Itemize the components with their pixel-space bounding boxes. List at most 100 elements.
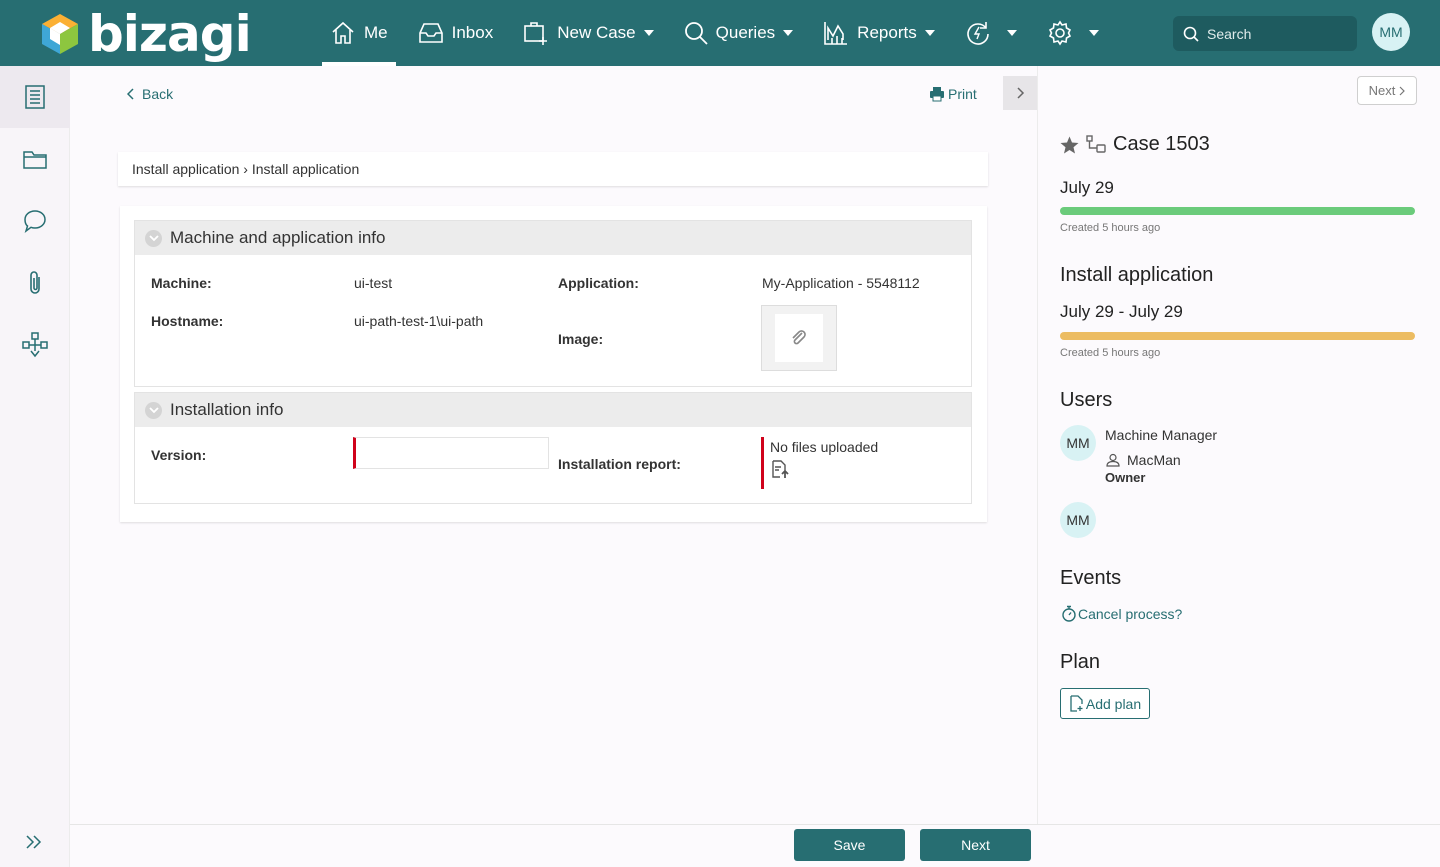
comment-icon — [24, 210, 46, 233]
users-heading: Users — [1060, 389, 1113, 411]
bizagi-cube-icon — [42, 14, 78, 54]
events-heading: Events — [1060, 567, 1122, 589]
sidebar-item-attachments[interactable] — [0, 252, 70, 314]
case-progress-bar — [1060, 207, 1415, 215]
logo-text: bizagi — [88, 5, 252, 63]
left-sidebar — [0, 66, 70, 867]
installation-report-label: Installation report: — [558, 456, 681, 472]
avatar[interactable]: MM — [1060, 502, 1096, 538]
version-label: Version: — [151, 447, 207, 463]
nav-new-case[interactable]: New Case — [515, 0, 661, 66]
section-installation-info-header[interactable]: Installation info — [135, 393, 971, 427]
chevron-right-icon — [1399, 86, 1406, 95]
task-title: Install application — [1060, 264, 1214, 286]
section-machine-info-header[interactable]: Machine and application info — [135, 221, 971, 255]
nav-me-label: Me — [364, 23, 388, 42]
nav-settings[interactable] — [1039, 0, 1107, 66]
next-case-button[interactable]: Next — [1357, 76, 1417, 105]
stopwatch-icon — [1062, 605, 1076, 622]
case-title: Case 1503 — [1113, 133, 1210, 155]
cancel-process-label: Cancel process? — [1078, 605, 1183, 622]
plan-heading: Plan — [1060, 651, 1101, 673]
nav-new-case-label: New Case — [557, 23, 636, 42]
chevron-down-icon — [783, 30, 794, 36]
next-label: Next — [1368, 83, 1396, 98]
user-icon — [1106, 453, 1120, 467]
task-created: Created 5 hours ago — [1060, 347, 1161, 359]
application-label: Application: — [558, 275, 639, 291]
search-icon — [1183, 26, 1199, 42]
nav-queries[interactable]: Queries — [676, 0, 802, 66]
hostname-value: ui-path-test-1\ui-path — [354, 313, 484, 329]
nav-inbox[interactable]: Inbox — [410, 0, 502, 66]
main-nav: Me Inbox New Case Queries Reports — [322, 0, 1121, 66]
breadcrumb: Install application › Install applicatio… — [118, 152, 988, 186]
sidebar-expand-icon[interactable] — [24, 834, 44, 855]
cancel-process-link[interactable]: Cancel process? — [1061, 605, 1182, 622]
back-label: Back — [142, 86, 174, 102]
sidebar-item-comments[interactable] — [0, 190, 70, 252]
home-icon — [332, 21, 354, 44]
image-upload[interactable] — [761, 305, 837, 371]
new-case-icon — [524, 22, 548, 45]
form-card: Machine and application info Machine: ui… — [120, 206, 987, 522]
avatar[interactable]: MM — [1060, 425, 1096, 461]
case-created: Created 5 hours ago — [1060, 222, 1161, 234]
back-button[interactable]: Back — [126, 86, 173, 102]
section-title: Machine and application info — [170, 228, 386, 247]
application-value: My-Application - 5548112 — [762, 275, 920, 291]
no-files-text: No files uploaded — [770, 439, 879, 455]
section-machine-info: Machine and application info Machine: ui… — [134, 220, 972, 387]
sidebar-item-folder[interactable] — [0, 128, 70, 190]
user-avatar[interactable]: MM — [1372, 13, 1410, 51]
chevron-down-icon — [145, 401, 162, 419]
inbox-icon — [418, 23, 443, 43]
hostname-label: Hostname: — [151, 313, 224, 329]
collapse-panel-button[interactable] — [1003, 76, 1037, 110]
top-navbar: bizagi Me Inbox New Case Queries Reports — [0, 0, 1440, 66]
machine-value: ui-test — [354, 275, 393, 291]
print-button[interactable]: Print — [929, 86, 977, 102]
task-progress-bar — [1060, 332, 1415, 340]
chevron-down-icon — [145, 229, 162, 247]
nav-activity[interactable] — [957, 0, 1025, 66]
chevron-right-icon — [1017, 87, 1025, 99]
search-icon — [684, 22, 708, 45]
nav-reports-label: Reports — [857, 23, 917, 42]
star-icon[interactable] — [1060, 136, 1079, 154]
search-box[interactable] — [1173, 16, 1357, 51]
gear-icon — [1048, 20, 1071, 46]
machine-label: Machine: — [151, 275, 212, 291]
sidebar-item-form[interactable] — [0, 66, 70, 128]
user-role: Owner — [1105, 470, 1146, 485]
print-label: Print — [948, 86, 977, 102]
reports-icon — [824, 22, 848, 45]
paperclip-icon — [30, 271, 40, 294]
nav-inbox-label: Inbox — [451, 23, 494, 42]
file-upload-icon[interactable] — [770, 459, 790, 479]
form-list-icon — [25, 85, 45, 109]
sidebar-item-workflow[interactable] — [0, 314, 70, 376]
chevron-left-icon — [126, 88, 134, 100]
image-label: Image: — [558, 331, 604, 347]
bottom-action-bar — [70, 824, 1440, 867]
add-file-icon — [1070, 695, 1083, 712]
printer-icon — [930, 87, 944, 102]
activity-refresh-icon — [966, 22, 989, 45]
add-plan-button[interactable]: Add plan — [1060, 688, 1150, 719]
user-username: MacMan — [1127, 452, 1181, 468]
paperclip-icon — [792, 330, 806, 345]
breadcrumb-text: Install application › Install applicatio… — [132, 161, 360, 177]
version-input[interactable] — [353, 437, 549, 469]
chevron-down-icon — [1006, 30, 1017, 36]
next-button[interactable]: Next — [920, 829, 1031, 861]
nav-reports[interactable]: Reports — [815, 0, 943, 66]
bizagi-logo[interactable]: bizagi — [40, 5, 252, 63]
nav-me[interactable]: Me — [322, 0, 396, 66]
save-button[interactable]: Save — [794, 829, 905, 861]
process-flow-icon — [1086, 135, 1106, 153]
chevron-down-icon — [643, 30, 654, 36]
chevron-down-icon — [1088, 30, 1099, 36]
installation-report-upload[interactable]: No files uploaded — [761, 437, 878, 489]
search-input[interactable] — [1207, 25, 1347, 42]
